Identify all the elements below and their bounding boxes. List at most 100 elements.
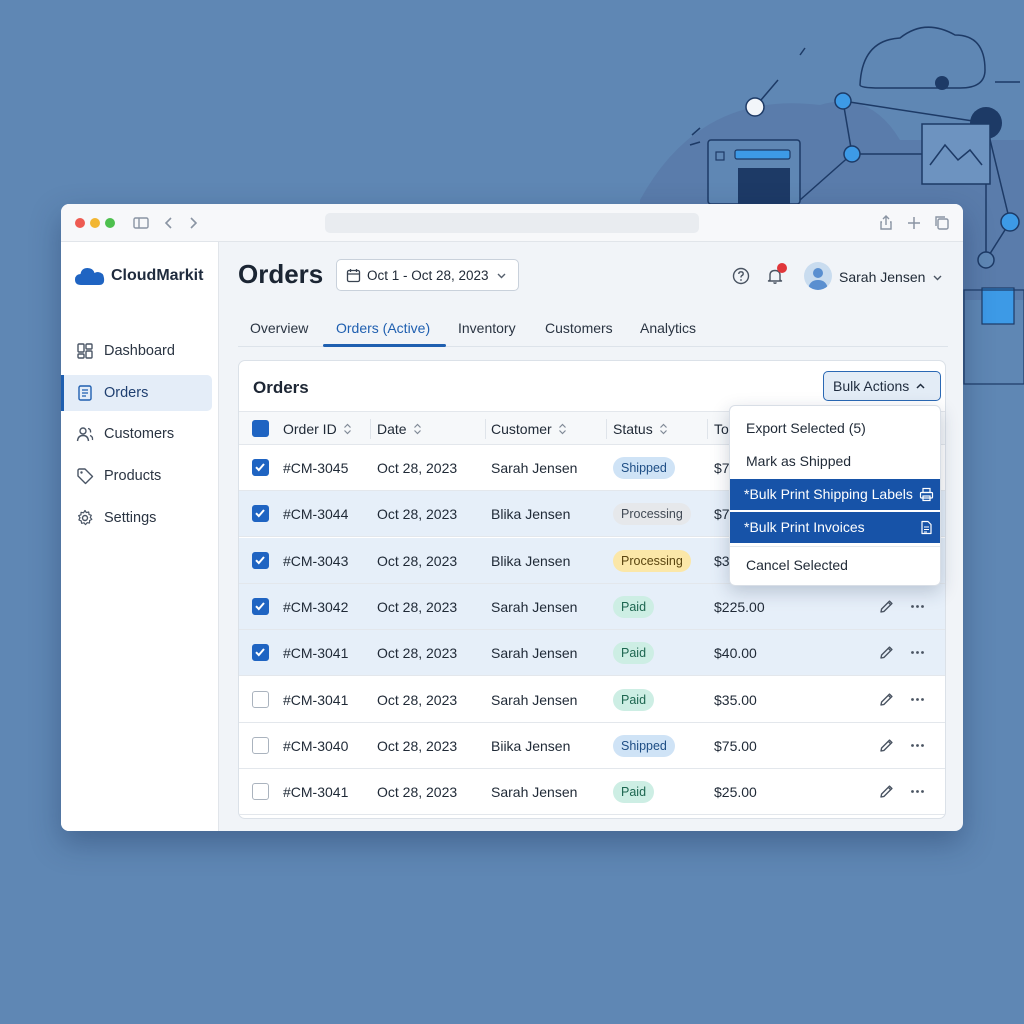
status-badge: Paid [613, 781, 655, 804]
card-title: Orders [253, 378, 309, 397]
column-order-id[interactable]: Order ID [283, 421, 352, 437]
status-badge: Paid [613, 595, 655, 618]
more-options-icon[interactable] [909, 598, 926, 615]
row-checkbox[interactable] [252, 690, 269, 708]
status-badge: Shipped [613, 734, 675, 757]
sort-icon [659, 423, 667, 435]
minimize-dot[interactable] [90, 218, 100, 228]
status-badge: Processing [613, 549, 691, 572]
more-options-icon[interactable] [909, 737, 926, 754]
sidebar-item-products[interactable]: Products [61, 458, 212, 494]
row-checkbox[interactable] [252, 736, 269, 754]
edit-icon[interactable] [878, 783, 895, 800]
menu-item-export-selected[interactable]: Export Selected (5) [730, 412, 940, 444]
brand[interactable]: CloudMarkit [74, 264, 203, 288]
column-label: Order ID [283, 421, 337, 437]
chevron-down-icon[interactable] [932, 272, 943, 283]
row-checkbox[interactable] [252, 644, 269, 662]
column-status[interactable]: Status [613, 421, 668, 437]
user-avatar-icon [808, 268, 828, 290]
user-name[interactable]: Sarah Jensen [839, 269, 925, 285]
row-checkbox[interactable] [252, 505, 269, 523]
order-id-cell[interactable]: #CM-3042 [283, 599, 348, 615]
dashboard-icon [77, 343, 93, 359]
date-range-picker[interactable]: Oct 1 - Oct 28, 2023 [336, 259, 519, 291]
sidebar-item-settings[interactable]: Settings [61, 500, 212, 536]
order-id-cell[interactable]: #CM-3043 [283, 553, 348, 569]
menu-divider [730, 546, 940, 547]
tabs-overview-icon[interactable] [933, 214, 951, 232]
table-row[interactable]: #CM-3041 Oct 28, 2023 Sarah Jensen Paid $25.… [239, 769, 945, 816]
bulk-actions-button[interactable]: Bulk Actions [823, 371, 941, 401]
forward-icon[interactable] [184, 214, 202, 232]
back-icon[interactable] [160, 214, 178, 232]
row-checkbox[interactable] [252, 551, 269, 569]
table-row[interactable]: #CM-3041 Oct 28, 2023 Sarah Jensen Paid $40.… [239, 630, 945, 677]
table-row[interactable]: #CM-3041 Oct 28, 2023 Sarah Jensen Paid $35.… [239, 677, 945, 723]
orders-icon [78, 385, 92, 401]
order-id-cell[interactable]: #CM-3041 [283, 784, 348, 800]
tab-inventory[interactable]: Inventory [458, 320, 516, 336]
tab-customers[interactable]: Customers [545, 320, 613, 336]
menu-item-label: *Bulk Print Shipping Labels [744, 486, 913, 502]
date-cell: Oct 28, 2023 [377, 598, 458, 615]
sidebar-item-dashboard[interactable]: Dashboard [61, 333, 212, 369]
check-icon [255, 463, 265, 472]
more-options-icon[interactable] [909, 644, 926, 661]
status-badge: Processing [613, 503, 691, 526]
users-icon [76, 427, 94, 442]
edit-icon[interactable] [878, 737, 895, 754]
row-checkbox[interactable] [252, 597, 269, 615]
edit-icon[interactable] [878, 644, 895, 661]
menu-item-mark-shipped[interactable]: Mark as Shipped [730, 445, 940, 477]
sidebar-item-orders[interactable]: Orders [61, 375, 212, 411]
total-cell: $7 [714, 506, 730, 523]
more-options-icon[interactable] [909, 691, 926, 708]
share-icon[interactable] [877, 214, 895, 232]
sidebar-item-customers[interactable]: Customers [61, 416, 212, 452]
row-checkbox[interactable] [252, 783, 269, 801]
select-all-checkbox[interactable] [252, 420, 269, 437]
sidebar-toggle-icon[interactable] [132, 214, 150, 232]
more-options-icon[interactable] [909, 783, 926, 800]
sidebar-item-label: Orders [104, 385, 149, 401]
address-bar[interactable] [325, 213, 699, 233]
tab-overview[interactable]: Overview [250, 320, 308, 336]
column-customer[interactable]: Customer [491, 421, 567, 437]
tab-bar: Overview Orders (Active) Inventory Custo… [238, 313, 948, 347]
date-range-label: Oct 1 - Oct 28, 2023 [367, 267, 489, 283]
tab-analytics[interactable]: Analytics [640, 320, 696, 336]
bulk-actions-menu: Export Selected (5) Mark as Shipped *Bul… [729, 405, 941, 586]
check-icon [255, 648, 265, 657]
table-row[interactable]: #CM-3042 Oct 28, 2023 Sarah Jensen Paid $225… [239, 583, 945, 630]
column-label: Date [377, 421, 407, 437]
order-id-cell[interactable]: #CM-3040 [283, 738, 348, 754]
help-icon[interactable] [732, 267, 750, 285]
tab-orders-active[interactable]: Orders (Active) [336, 320, 430, 336]
edit-icon[interactable] [878, 691, 895, 708]
avatar[interactable] [804, 262, 832, 290]
brand-name: CloudMarkit [111, 267, 204, 284]
menu-item-cancel-selected[interactable]: Cancel Selected [730, 549, 940, 581]
document-icon [921, 520, 932, 535]
menu-item-bulk-print-invoices[interactable]: *Bulk Print Invoices [730, 512, 940, 543]
tag-icon [77, 468, 94, 485]
table-row[interactable]: #CM-3040 Oct 28, 2023 Biika Jensen Shipped $… [239, 723, 945, 769]
customer-cell: Blika Jensen [491, 506, 571, 523]
row-checkbox[interactable] [252, 459, 269, 476]
sort-icon [343, 423, 351, 435]
total-cell: $225.00 [714, 598, 765, 615]
maximize-dot[interactable] [105, 218, 115, 228]
column-total[interactable]: To [714, 421, 729, 437]
order-id-cell[interactable]: #CM-3041 [283, 692, 348, 708]
customer-cell: Sarah Jensen [491, 645, 578, 662]
order-id-cell[interactable]: #CM-3044 [283, 506, 348, 522]
new-tab-icon[interactable] [905, 214, 923, 232]
menu-item-bulk-print-labels[interactable]: *Bulk Print Shipping Labels [730, 479, 940, 510]
order-id-cell[interactable]: #CM-3041 [283, 645, 348, 661]
edit-icon[interactable] [878, 598, 895, 615]
total-cell: $25.00 [714, 784, 757, 801]
column-date[interactable]: Date [377, 421, 422, 437]
order-id-cell[interactable]: #CM-3045 [283, 460, 348, 476]
close-dot[interactable] [75, 218, 85, 228]
